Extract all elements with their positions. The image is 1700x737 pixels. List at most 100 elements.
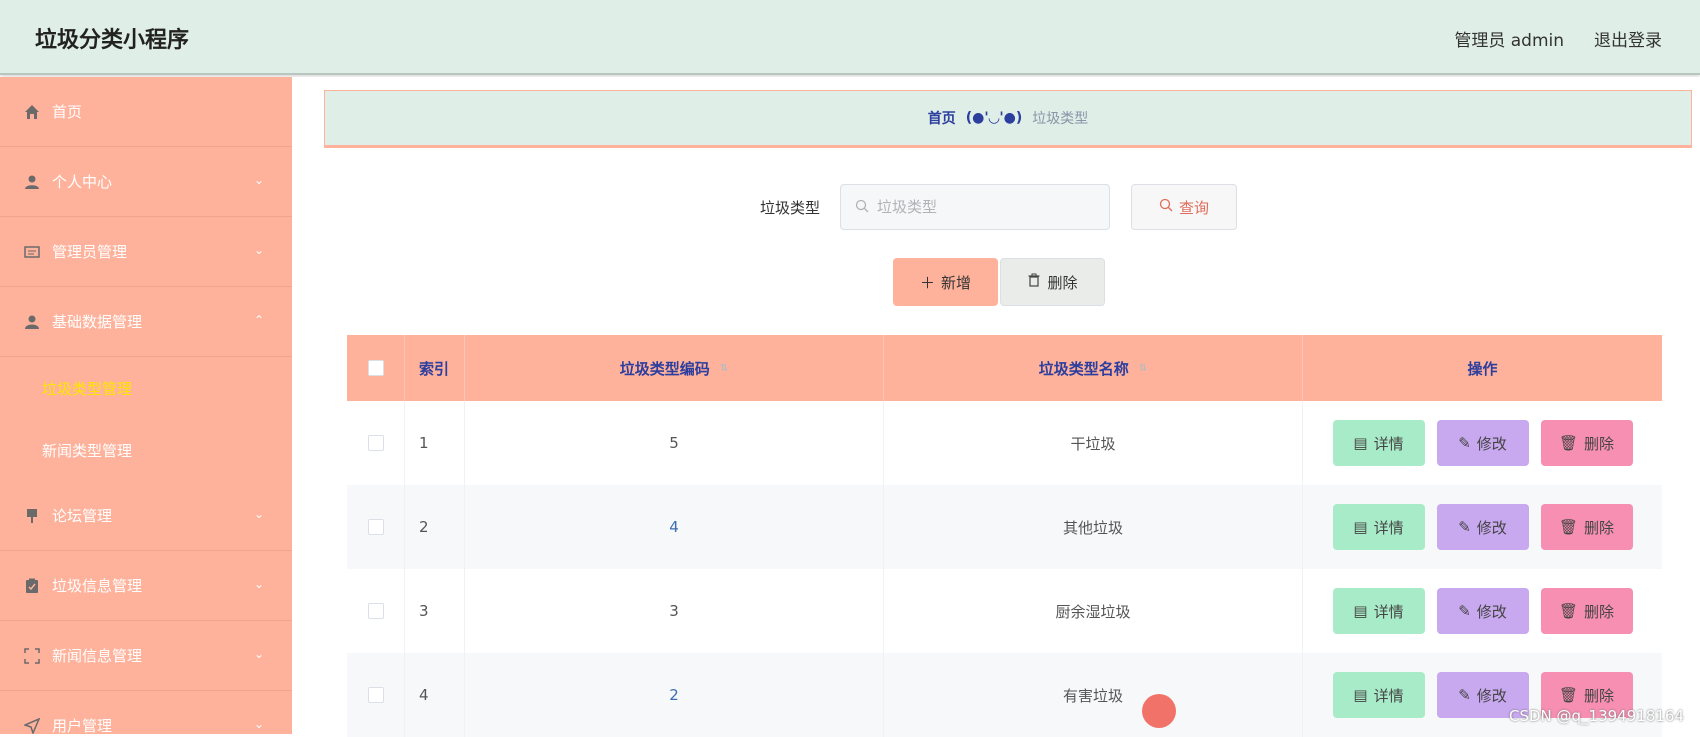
logout-button[interactable]: 退出登录	[1594, 26, 1662, 51]
pencil-icon: ✎	[1458, 434, 1471, 452]
document-icon: ▤	[1353, 686, 1368, 704]
document-icon: ▤	[1353, 434, 1368, 452]
app-title: 垃圾分类小程序	[35, 28, 190, 53]
detail-button[interactable]: ▤ 详情	[1332, 588, 1425, 634]
breadcrumb-home[interactable]: 首页	[928, 108, 956, 128]
search-input[interactable]	[877, 198, 1107, 216]
users-icon	[24, 314, 40, 330]
edit-button[interactable]: ✎ 修改	[1436, 420, 1529, 466]
delete-label: 删除	[1584, 602, 1615, 621]
sidebar-item-label: 用户管理	[52, 717, 113, 734]
sidebar-item-label: 垃圾信息管理	[52, 577, 143, 595]
row-index: 3	[405, 569, 465, 653]
trash-icon: 🗑	[1558, 434, 1579, 452]
header-code-label: 垃圾类型编码	[619, 359, 710, 378]
row-checkbox-cell	[347, 569, 405, 653]
row-name: 其他垃圾	[884, 485, 1303, 569]
query-button[interactable]: 查询	[1131, 184, 1237, 230]
watermark: CSDN @q_1394918164	[1509, 707, 1684, 725]
row-checkbox[interactable]	[367, 687, 384, 703]
row-actions: ▤ 详情 ✎ 修改 🗑 删除	[1303, 401, 1662, 485]
row-name: 有害垃圾	[884, 653, 1303, 737]
delete-label: 删除	[1584, 434, 1615, 453]
sidebar-item-user-management[interactable]: 用户管理 ⌄	[0, 691, 292, 734]
delete-button[interactable]: 🗑 删除	[1540, 504, 1633, 550]
sidebar-subitem-label: 垃圾类型管理	[42, 379, 133, 398]
delete-button[interactable]: 🗑 删除	[1540, 420, 1633, 466]
edit-button[interactable]: ✎ 修改	[1436, 504, 1529, 550]
search-form: 垃圾类型 查询	[292, 184, 1700, 230]
row-name: 干垃圾	[884, 401, 1303, 485]
sidebar-item-label: 论坛管理	[52, 507, 113, 525]
chevron-down-icon: ⌄	[253, 577, 264, 591]
document-icon: ▤	[1353, 518, 1368, 536]
detail-button[interactable]: ▤ 详情	[1332, 672, 1425, 718]
row-name: 厨余湿垃圾	[884, 569, 1303, 653]
detail-label: 详情	[1373, 434, 1404, 453]
chevron-down-icon: ⌄	[253, 717, 264, 731]
sort-icon[interactable]: ⇅	[1139, 363, 1147, 374]
header-index: 索引	[405, 335, 465, 401]
edit-button[interactable]: ✎ 修改	[1436, 588, 1529, 634]
header-ops: 操作	[1467, 359, 1498, 378]
add-button[interactable]: ＋ 新增	[893, 258, 998, 306]
detail-button[interactable]: ▤ 详情	[1332, 420, 1425, 466]
table-row: 1 5 干垃圾 ▤ 详情 ✎ 修改 🗑 删除	[347, 401, 1662, 485]
sidebar: 首页 个人中心 ⌄ 管理员管理 ⌄ 基础数据管理 ⌃ 垃圾类型管理 新闻类型管理…	[0, 77, 292, 734]
batch-delete-button[interactable]: 删除	[1000, 258, 1105, 306]
row-checkbox-cell	[347, 485, 405, 569]
header-name[interactable]: 垃圾类型名称 ⇅	[884, 335, 1303, 401]
row-checkbox-cell	[347, 653, 405, 737]
chevron-down-icon: ⌄	[253, 243, 264, 257]
document-icon: ▤	[1353, 602, 1368, 620]
delete-label: 删除	[1584, 686, 1615, 705]
row-code: 4	[465, 485, 884, 569]
sidebar-item-trash-info[interactable]: 垃圾信息管理 ⌄	[0, 551, 292, 621]
sidebar-subitem-trash-type[interactable]: 垃圾类型管理	[0, 357, 292, 419]
detail-label: 详情	[1373, 686, 1404, 705]
sidebar-item-label: 新闻信息管理	[52, 647, 143, 665]
chevron-down-icon: ⌄	[253, 173, 264, 187]
breadcrumb-separator: (●'◡'●)	[965, 110, 1023, 126]
sidebar-item-basic-data[interactable]: 基础数据管理 ⌃	[0, 287, 292, 357]
sidebar-item-personal-center[interactable]: 个人中心 ⌄	[0, 147, 292, 217]
detail-label: 详情	[1373, 602, 1404, 621]
sidebar-subitem-label: 新闻类型管理	[42, 441, 133, 460]
search-icon	[1159, 198, 1173, 216]
sort-icon[interactable]: ⇅	[720, 363, 728, 374]
header-code[interactable]: 垃圾类型编码 ⇅	[465, 335, 884, 401]
action-bar: ＋ 新增 删除	[292, 258, 1700, 306]
breadcrumb-current: 垃圾类型	[1032, 111, 1089, 127]
table-row: 3 3 厨余湿垃圾 ▤ 详情 ✎ 修改 🗑 删除	[347, 569, 1662, 653]
search-field[interactable]	[840, 184, 1110, 230]
sidebar-item-forum[interactable]: 论坛管理 ⌄	[0, 481, 292, 551]
edit-label: 修改	[1476, 602, 1507, 621]
select-all-checkbox[interactable]	[367, 360, 384, 376]
row-checkbox[interactable]	[367, 519, 384, 535]
row-checkbox-cell	[347, 401, 405, 485]
sidebar-item-news-info[interactable]: 新闻信息管理 ⌄	[0, 621, 292, 691]
clipboard-icon	[24, 578, 40, 594]
top-bar: 垃圾分类小程序 管理员 admin 退出登录	[0, 0, 1700, 75]
row-index: 1	[405, 401, 465, 485]
sidebar-item-admin-management[interactable]: 管理员管理 ⌄	[0, 217, 292, 287]
delete-button[interactable]: 🗑 删除	[1540, 588, 1633, 634]
chevron-up-icon: ⌃	[253, 313, 264, 327]
current-user: 管理员 admin	[1454, 31, 1564, 51]
trash-icon: 🗑	[1558, 602, 1579, 620]
table-row: 4 2 有害垃圾 ▤ 详情 ✎ 修改 🗑 删除	[347, 653, 1662, 737]
row-code: 2	[465, 653, 884, 737]
row-checkbox[interactable]	[367, 603, 384, 619]
plus-icon: ＋	[919, 273, 935, 292]
sidebar-item-label: 首页	[52, 103, 83, 121]
sidebar-item-home[interactable]: 首页	[0, 77, 292, 147]
delete-label: 删除	[1584, 518, 1615, 537]
row-actions: ▤ 详情 ✎ 修改 🗑 删除	[1303, 485, 1662, 569]
data-table: 索引 垃圾类型编码 ⇅ 垃圾类型名称 ⇅ 操作 1 5 干垃圾 ▤ 详情 ✎ 修改 🗑 删…	[347, 335, 1662, 737]
trash-icon	[1027, 273, 1041, 291]
detail-button[interactable]: ▤ 详情	[1332, 504, 1425, 550]
sidebar-subitem-news-type[interactable]: 新闻类型管理	[0, 419, 292, 481]
header-name-label: 垃圾类型名称	[1038, 359, 1129, 378]
row-checkbox[interactable]	[367, 435, 384, 451]
search-label: 垃圾类型	[760, 199, 821, 217]
